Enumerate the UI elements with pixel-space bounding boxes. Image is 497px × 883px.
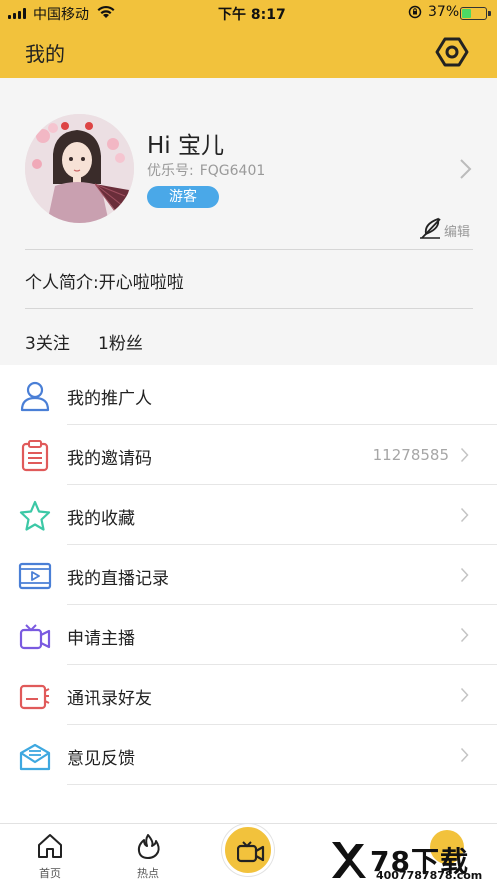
watermark-logo-icon — [332, 842, 366, 878]
chevron-right-icon — [460, 687, 469, 703]
settings-hexagon-icon[interactable] — [434, 34, 470, 70]
chevron-right-icon — [460, 507, 469, 523]
battery-cap — [488, 11, 491, 16]
menu-label: 我的邀请码 — [67, 449, 152, 469]
battery-fill — [462, 9, 472, 18]
person-icon — [20, 381, 50, 412]
following-count[interactable]: 3关注 — [25, 329, 70, 354]
chevron-right-icon — [460, 447, 469, 463]
contacts-icon — [19, 684, 50, 710]
settings-menu: 我的推广人 我的邀请码 11278585 我的收藏 我的直播记录 申请主播 通讯… — [0, 365, 497, 823]
star-icon — [19, 500, 51, 531]
tab-label: 热点 — [137, 867, 159, 880]
edit-label: 编辑 — [444, 225, 471, 240]
video-camera-icon — [237, 841, 265, 863]
divider — [25, 308, 473, 309]
watermark-url: 4007787878.com — [376, 869, 483, 882]
home-icon — [38, 834, 62, 858]
chevron-right-icon — [460, 567, 469, 583]
flame-icon — [137, 834, 160, 859]
user-id-label: 优乐号: — [147, 163, 194, 179]
tab-label: 首页 — [39, 867, 61, 880]
tab-home[interactable]: 首页 — [20, 830, 80, 882]
fans-count[interactable]: 1粉丝 — [98, 329, 143, 354]
center-live-button[interactable] — [222, 824, 274, 876]
menu-label: 通讯录好友 — [67, 689, 152, 709]
clipboard-icon — [21, 440, 49, 472]
avatar[interactable] — [25, 114, 134, 223]
profile-chevron-icon[interactable] — [458, 158, 472, 180]
chevron-right-icon — [460, 627, 469, 643]
rotation-lock-icon — [408, 5, 422, 19]
feedback-mail-icon — [19, 743, 51, 771]
camera-icon — [19, 624, 51, 650]
battery-percentage: 37% — [428, 4, 460, 20]
edit-profile-button[interactable]: 编辑 — [418, 216, 478, 240]
menu-item-feedback[interactable]: 意见反馈 — [0, 725, 497, 785]
menu-item-invite-code[interactable]: 我的邀请码 11278585 — [0, 425, 497, 485]
user-id-row: 优乐号: FQG6401 — [147, 160, 271, 180]
signal-icon — [8, 8, 28, 19]
menu-item-live-records[interactable]: 我的直播记录 — [0, 545, 497, 605]
menu-label: 申请主播 — [67, 629, 135, 649]
avatar-illustration — [25, 114, 134, 223]
menu-label: 我的直播记录 — [67, 569, 169, 589]
user-greeting: Hi 宝儿 — [147, 133, 224, 159]
status-bar: 中国移动 下午 8:17 37% — [0, 0, 497, 26]
watermark: 78下载 4007787878.com — [330, 840, 490, 883]
menu-item-apply-streamer[interactable]: 申请主播 — [0, 605, 497, 665]
wifi-icon — [97, 5, 115, 18]
carrier-name: 中国移动 — [33, 7, 89, 23]
menu-label: 意见反馈 — [67, 749, 135, 769]
divider — [67, 784, 497, 785]
clock: 下午 8:17 — [218, 7, 286, 23]
menu-item-favorites[interactable]: 我的收藏 — [0, 485, 497, 545]
role-badge: 游客 — [147, 186, 219, 208]
menu-label: 我的收藏 — [67, 509, 135, 529]
page-title: 我的 — [25, 42, 65, 66]
menu-item-promoter[interactable]: 我的推广人 — [0, 365, 497, 425]
invite-code-value: 11278585 — [372, 446, 449, 464]
video-film-icon — [18, 562, 52, 590]
profile-section: Hi 宝儿 优乐号: FQG6401 游客 编辑 个人简介:开心啦啦啦 3关注 1… — [0, 78, 497, 365]
tab-hot[interactable]: 热点 — [118, 830, 178, 882]
top-header: 中国移动 下午 8:17 37% 我的 — [0, 0, 497, 78]
user-id-value: FQG6401 — [199, 163, 266, 179]
chevron-right-icon — [460, 747, 469, 763]
battery-icon — [460, 7, 487, 20]
user-bio: 个人简介:开心啦啦啦 — [25, 273, 184, 293]
divider — [25, 249, 473, 250]
menu-item-contacts[interactable]: 通讯录好友 — [0, 665, 497, 725]
menu-label: 我的推广人 — [67, 389, 152, 409]
feather-pen-icon — [420, 217, 441, 239]
